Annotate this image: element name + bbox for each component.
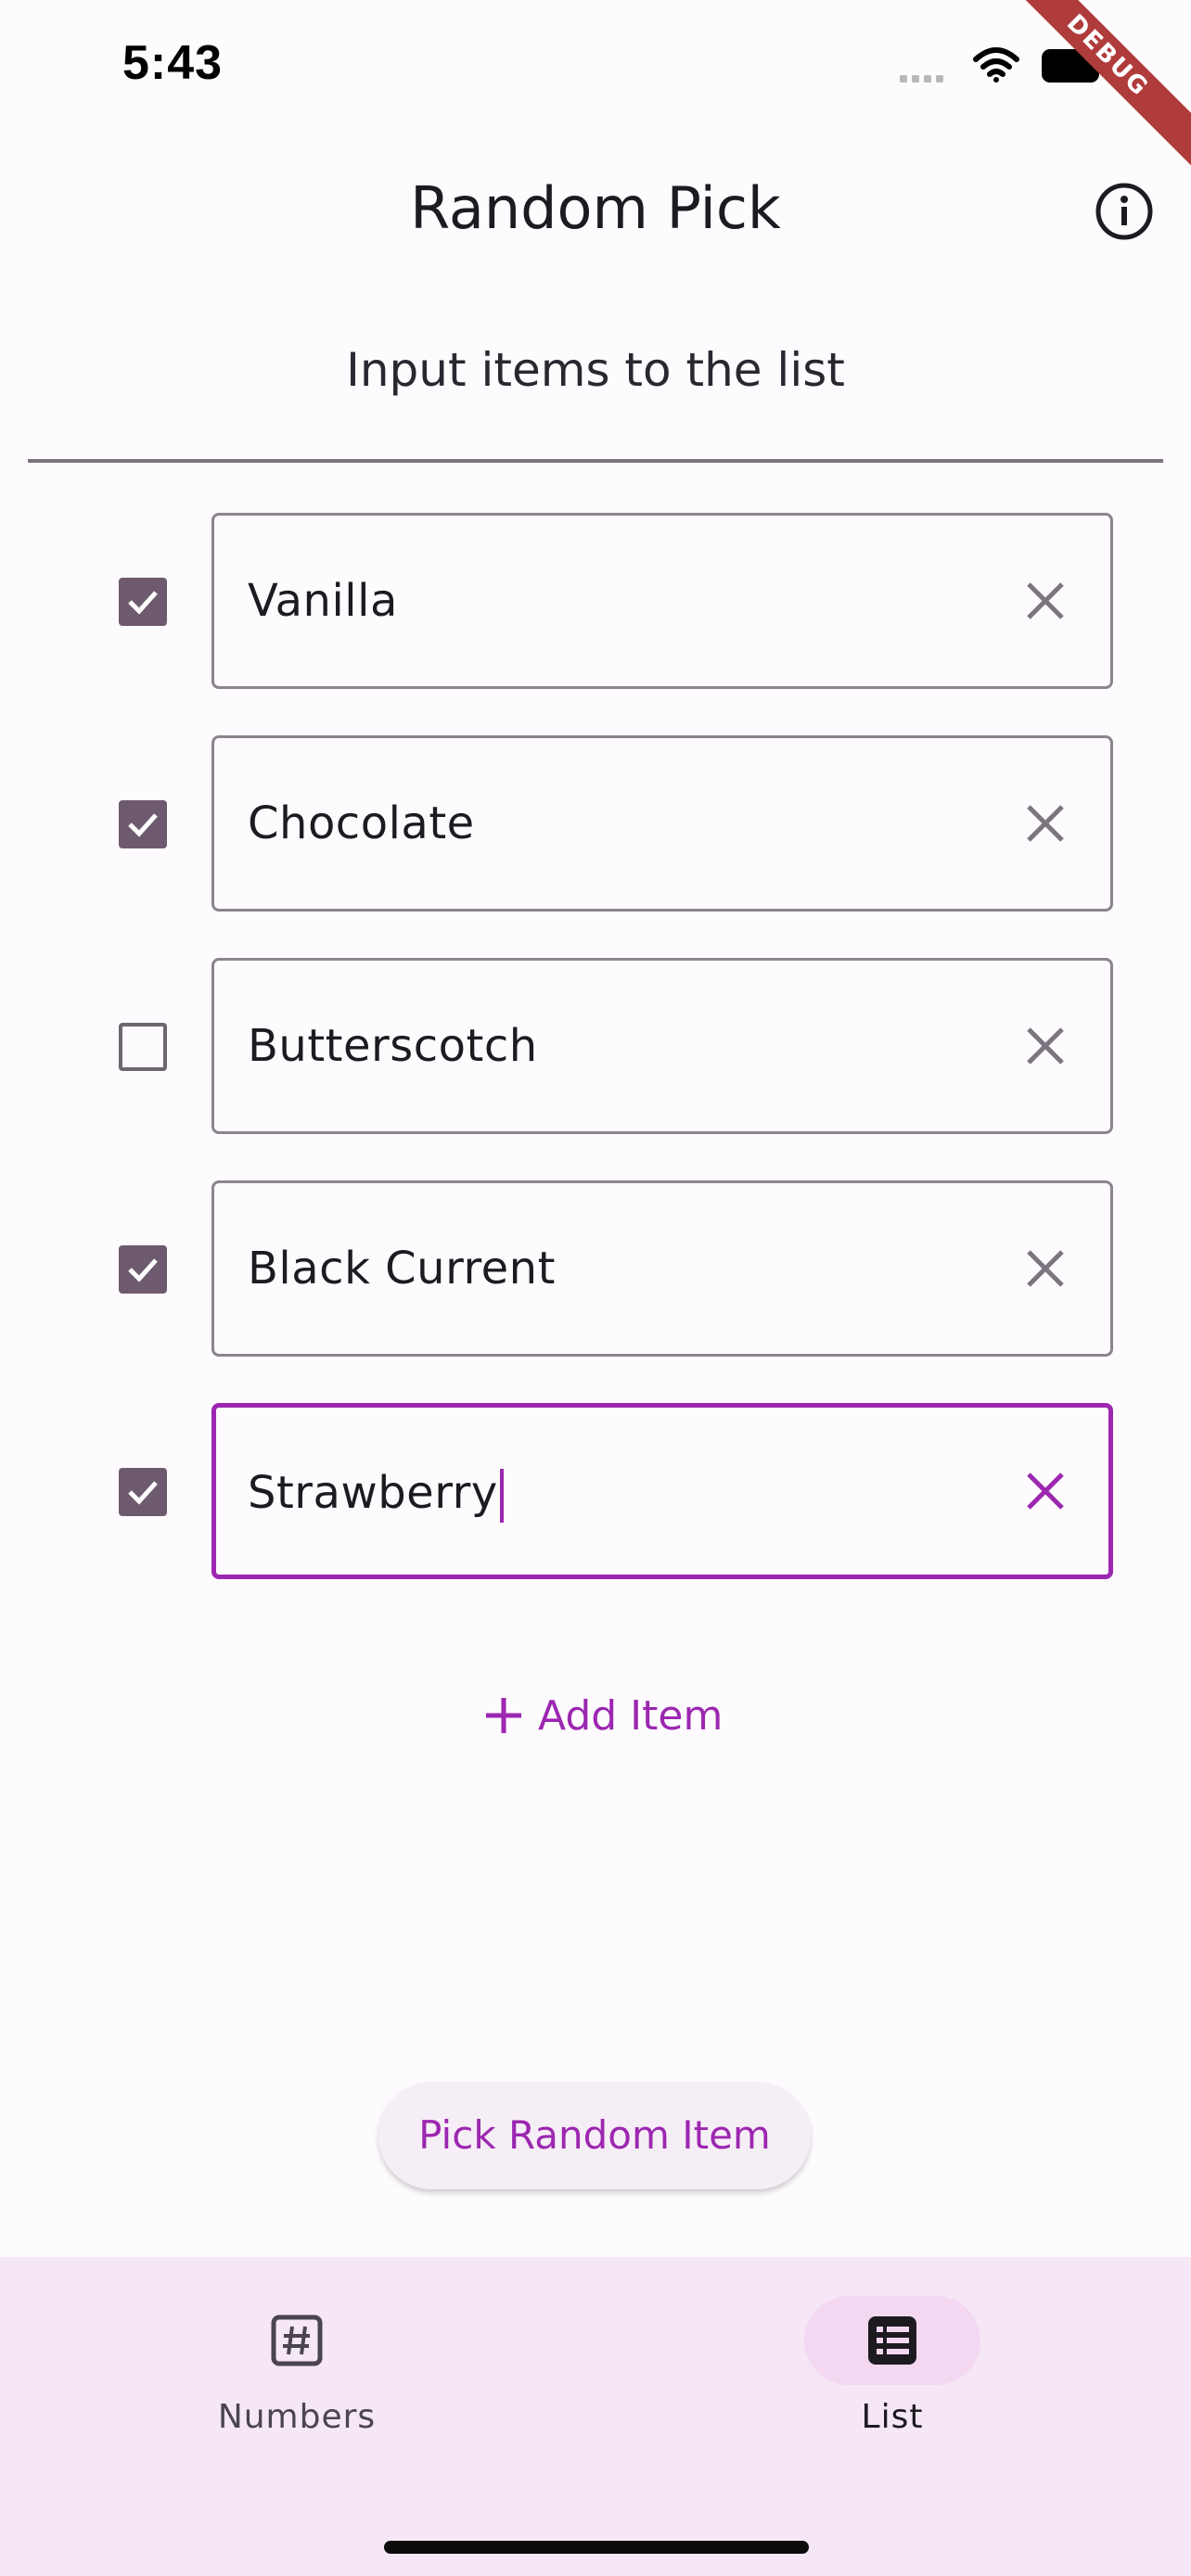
- item-text-field[interactable]: Black Current: [211, 1180, 1113, 1357]
- item-value: Butterscotch: [248, 1020, 538, 1072]
- check-icon: [128, 1258, 158, 1282]
- nav-icon-container-active: [804, 2296, 980, 2385]
- check-icon: [128, 591, 158, 615]
- list-item: Black Current: [0, 1180, 1191, 1357]
- status-bar: 5:43: [0, 0, 1191, 130]
- clear-icon[interactable]: [1018, 1241, 1073, 1296]
- item-checkbox[interactable]: [119, 1023, 167, 1071]
- check-icon: [128, 1481, 158, 1505]
- item-value: Chocolate: [248, 797, 475, 849]
- item-checkbox[interactable]: [119, 578, 167, 626]
- list-item: Vanilla: [0, 513, 1191, 689]
- list-item: Strawberry: [0, 1403, 1191, 1579]
- wifi-icon: [973, 47, 1019, 83]
- page-title: Random Pick: [410, 174, 781, 242]
- nav-item-numbers[interactable]: Numbers: [148, 2296, 445, 2436]
- nav-icon-container: [209, 2296, 385, 2385]
- add-item-button[interactable]: Add Item: [482, 1678, 723, 1753]
- text-caret: [499, 1469, 504, 1523]
- item-value: Vanilla: [248, 575, 398, 627]
- item-text-field[interactable]: Chocolate: [211, 735, 1113, 912]
- bottom-navigation: Numbers List: [0, 2257, 1191, 2576]
- pick-random-item-button[interactable]: Pick Random Item: [378, 2082, 811, 2189]
- item-value-wrap: Strawberry: [248, 1408, 504, 1578]
- hash-icon: [271, 2315, 323, 2366]
- add-item-label: Add Item: [538, 1691, 724, 1740]
- nav-item-list[interactable]: List: [744, 2296, 1041, 2436]
- item-value: Strawberry: [248, 1467, 498, 1519]
- check-icon: [128, 813, 158, 837]
- divider: [28, 459, 1163, 463]
- item-text-field[interactable]: Vanilla: [211, 513, 1113, 689]
- item-checkbox[interactable]: [119, 800, 167, 848]
- item-checkbox[interactable]: [119, 1245, 167, 1294]
- clear-icon[interactable]: [1018, 573, 1073, 629]
- clear-icon[interactable]: [1018, 1463, 1073, 1519]
- home-indicator: [384, 2541, 809, 2554]
- list-item: Butterscotch: [0, 958, 1191, 1134]
- status-time: 5:43: [122, 36, 224, 90]
- nav-label: List: [861, 2398, 924, 2436]
- cellular-signal-icon: [900, 69, 948, 86]
- item-checkbox[interactable]: [119, 1468, 167, 1516]
- plus-icon: [486, 1698, 521, 1733]
- item-text-field-focused[interactable]: Strawberry: [211, 1403, 1113, 1579]
- nav-label: Numbers: [217, 2398, 377, 2436]
- list-icon: [868, 2316, 916, 2365]
- list-subtitle: Input items to the list: [346, 343, 845, 397]
- list-item: Chocolate: [0, 735, 1191, 912]
- clear-icon[interactable]: [1018, 796, 1073, 851]
- item-text-field[interactable]: Butterscotch: [211, 958, 1113, 1134]
- item-value: Black Current: [248, 1243, 556, 1294]
- clear-icon[interactable]: [1018, 1018, 1073, 1074]
- info-icon[interactable]: [1093, 180, 1156, 243]
